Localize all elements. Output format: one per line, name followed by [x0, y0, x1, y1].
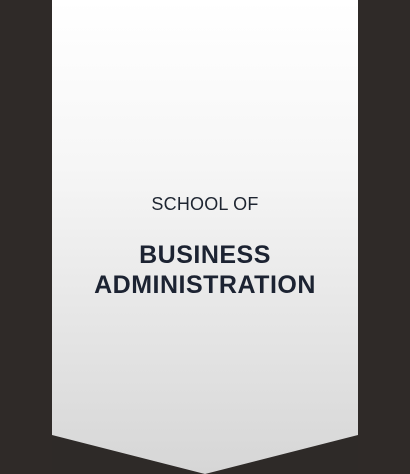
right-dark-panel — [358, 0, 410, 474]
banner-stage: SCHOOL OF BUSINESS ADMINISTRATION — [0, 0, 410, 474]
banner-title-line-1: BUSINESS — [139, 241, 271, 269]
banner-title-line-2: ADMINISTRATION — [94, 271, 316, 299]
banner-title: BUSINESS ADMINISTRATION — [52, 240, 358, 300]
banner-text-block: SCHOOL OF BUSINESS ADMINISTRATION — [52, 0, 358, 474]
left-dark-panel — [0, 0, 52, 474]
banner-subtitle: SCHOOL OF — [151, 194, 259, 214]
